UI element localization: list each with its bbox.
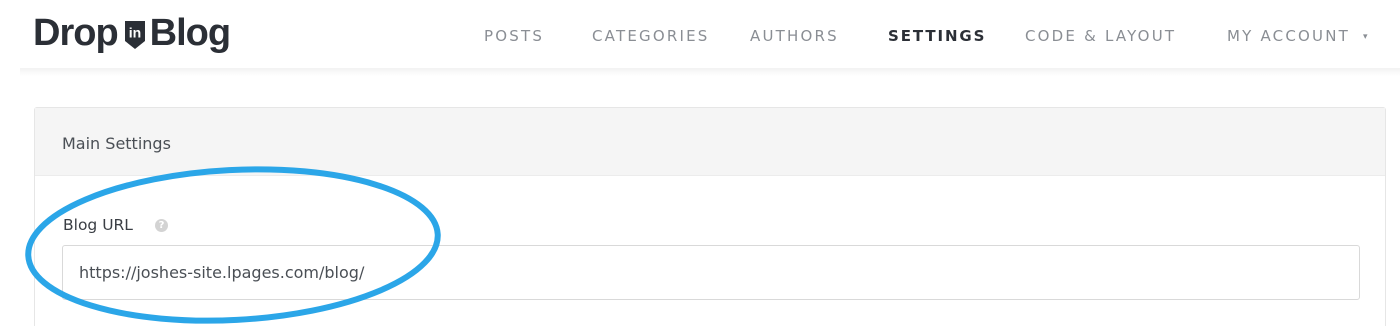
topbar-shadow	[20, 68, 1400, 76]
logo-badge-text: in	[128, 25, 140, 41]
question-circle-icon[interactable]: ?	[155, 219, 168, 232]
blog-url-input[interactable]	[62, 245, 1360, 300]
nav-code-layout[interactable]: CODE & LAYOUT	[1025, 24, 1176, 48]
main-settings-panel: Main Settings Blog URL ?	[34, 107, 1386, 326]
logo-word-blog: Blog	[149, 12, 231, 54]
logo-badge-icon: in	[124, 21, 145, 49]
top-navigation-bar: Drop in Blog POSTS CATEGORIES AUTHORS SE…	[0, 0, 1400, 72]
logo-word-drop: Drop	[33, 12, 119, 54]
nav-settings[interactable]: SETTINGS	[888, 24, 986, 48]
caret-down-icon[interactable]: ▾	[1363, 24, 1368, 48]
panel-header	[35, 108, 1385, 176]
nav-posts[interactable]: POSTS	[484, 24, 544, 48]
nav-authors[interactable]: AUTHORS	[750, 24, 839, 48]
panel-title: Main Settings	[62, 134, 171, 153]
dropinblog-logo[interactable]: Drop in Blog	[33, 8, 231, 58]
nav-categories[interactable]: CATEGORIES	[592, 24, 710, 48]
blog-url-label: Blog URL	[63, 216, 133, 234]
nav-my-account[interactable]: MY ACCOUNT	[1227, 24, 1350, 48]
